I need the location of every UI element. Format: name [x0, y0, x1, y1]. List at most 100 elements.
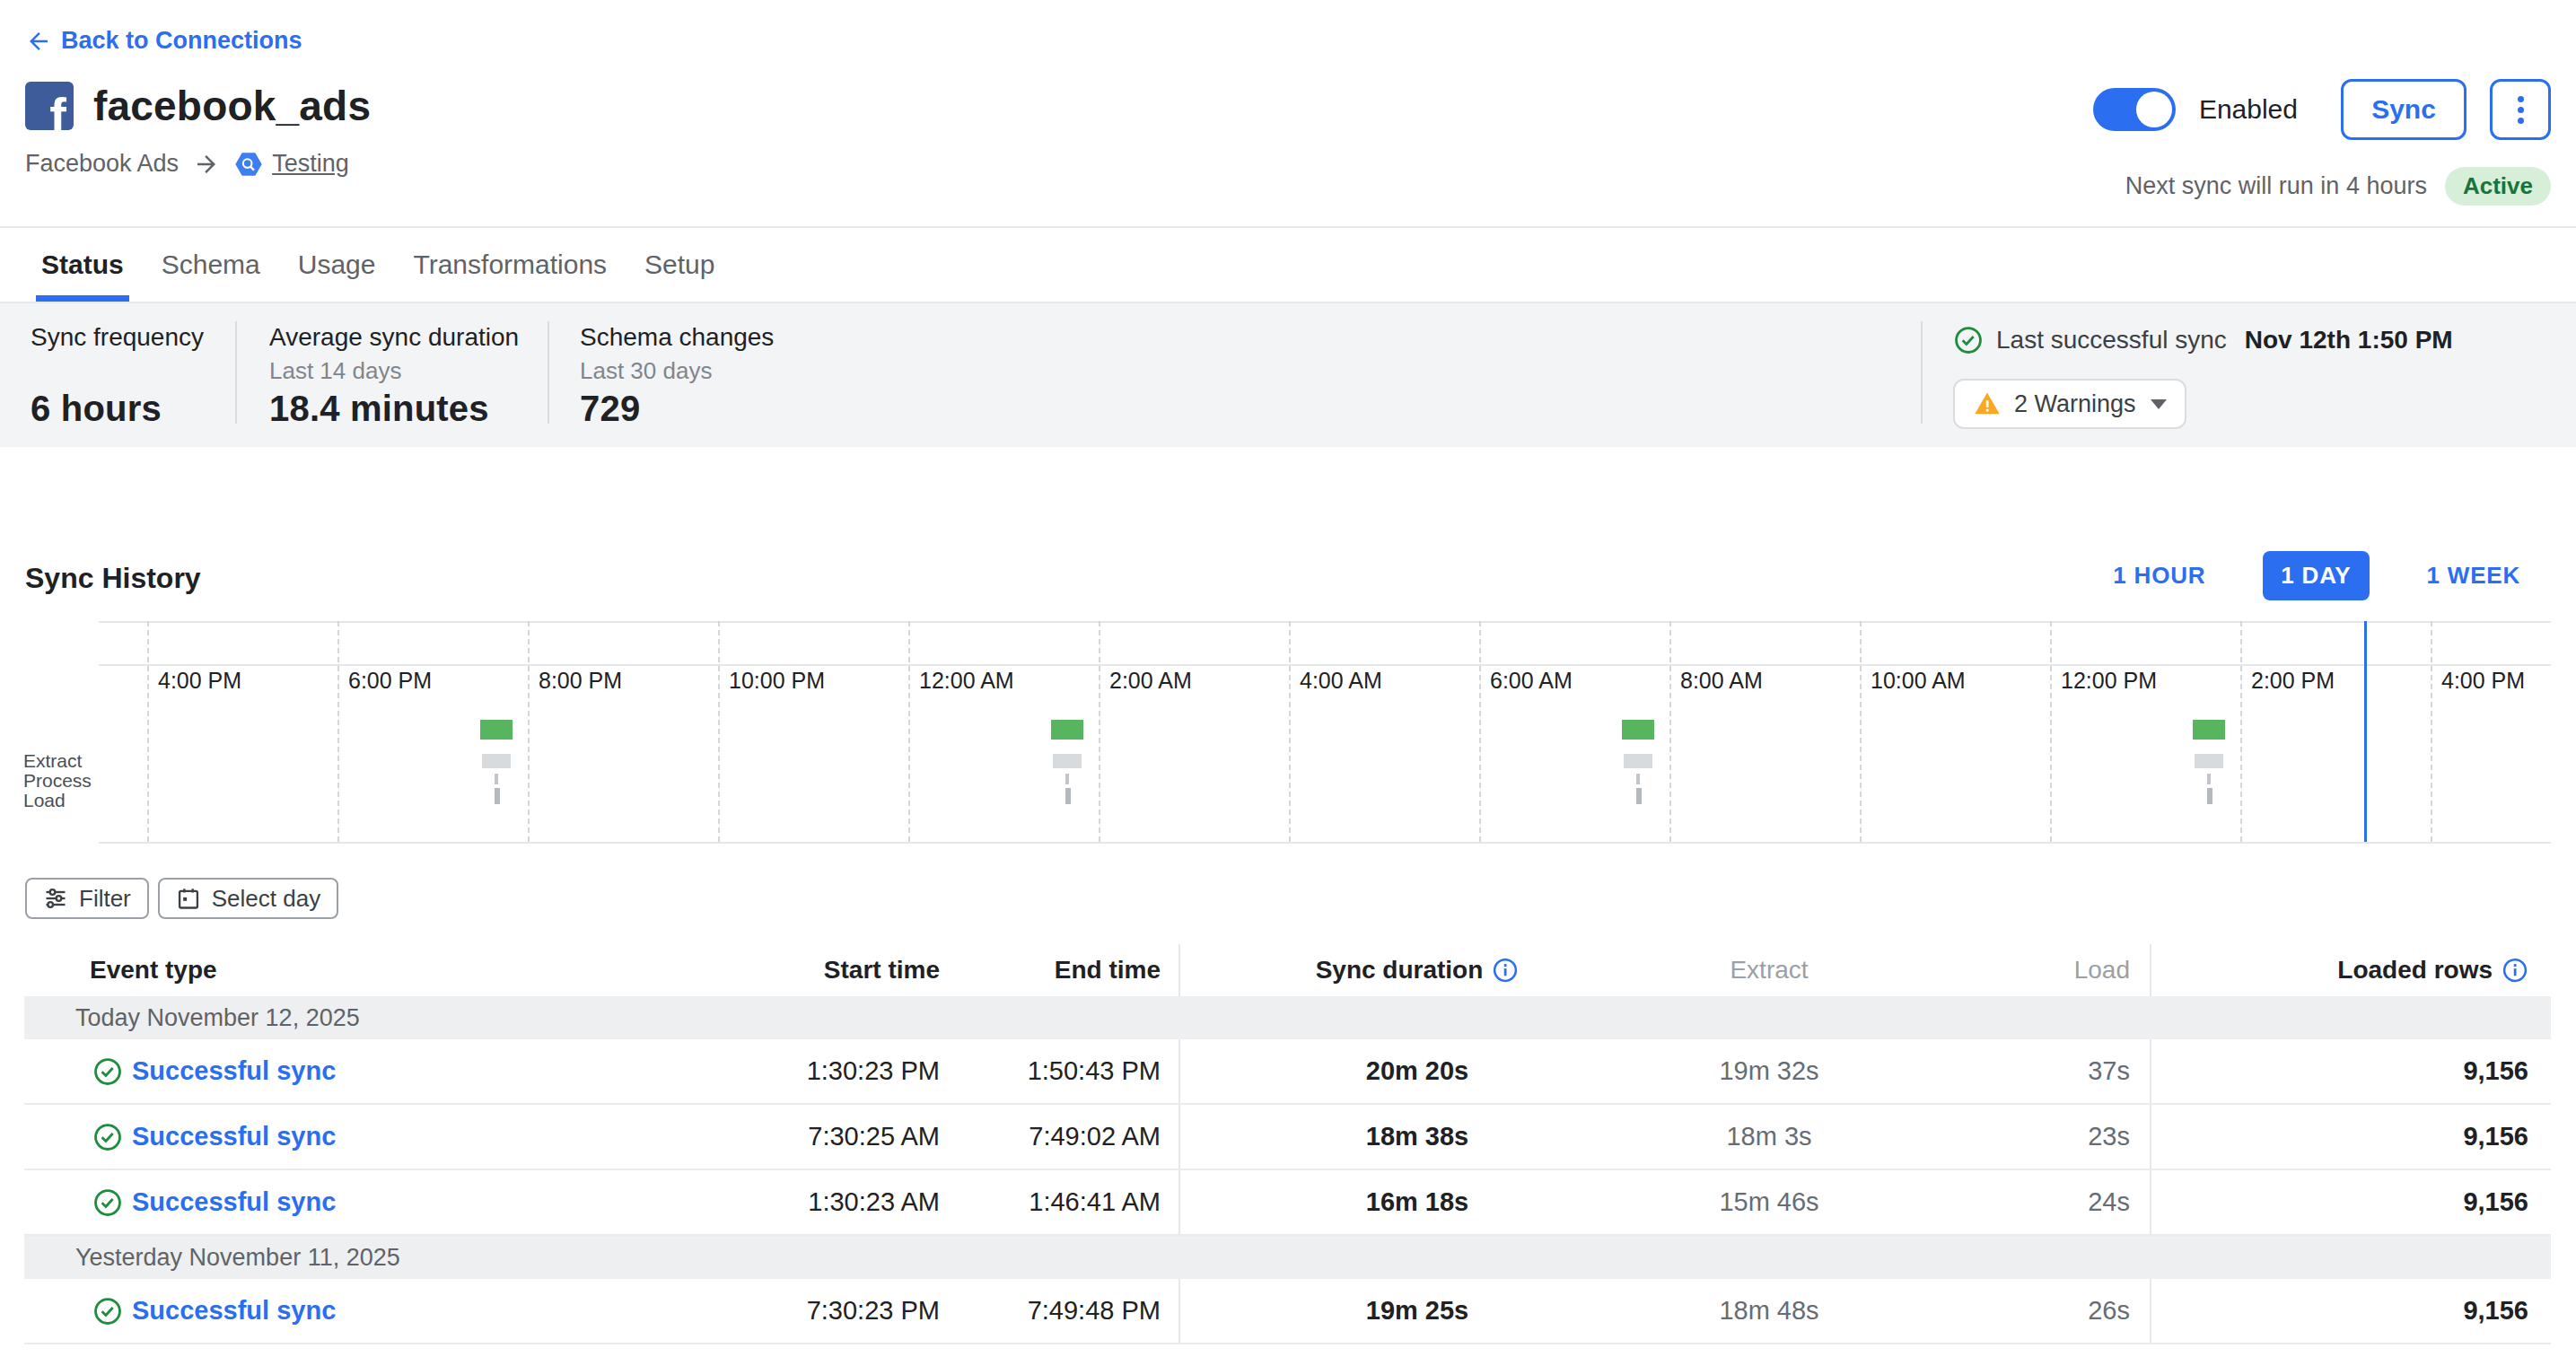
- tab-setup[interactable]: Setup: [644, 228, 714, 302]
- table-row[interactable]: Successful sync1:30:23 AM1:46:41 AM16m 1…: [24, 1170, 2551, 1236]
- start-time-cell: 7:30:25 AM: [699, 1122, 958, 1151]
- back-to-connections-link[interactable]: Back to Connections: [25, 27, 302, 55]
- chart-extract-bar[interactable]: [1622, 720, 1654, 740]
- chart-tick-label: 4:00 PM: [2441, 668, 2525, 694]
- chart-row-label-load: Load: [23, 790, 66, 811]
- more-actions-button[interactable]: [2490, 79, 2551, 140]
- chart-row-label-process: Process: [23, 770, 92, 792]
- toggle-label: Enabled: [2199, 94, 2298, 125]
- warnings-button[interactable]: 2 Warnings: [1953, 379, 2186, 429]
- load-cell: 24s: [1884, 1170, 2151, 1234]
- stat-average-sync-duration: Average sync duration Last 14 days 18.4 …: [237, 303, 549, 447]
- caret-down-icon: [2151, 399, 2167, 409]
- table-header-row: Event type Start time End time Sync dura…: [24, 944, 2551, 996]
- bigquery-icon: [234, 150, 263, 179]
- chart-gridline: [2240, 621, 2242, 842]
- event-type-cell[interactable]: Successful sync: [24, 1296, 699, 1326]
- table-row[interactable]: Successful sync7:30:23 PM7:49:48 PM19m 2…: [24, 1279, 2551, 1344]
- tab-schema[interactable]: Schema: [162, 228, 260, 302]
- chart-load-bar[interactable]: [495, 788, 500, 804]
- chart-load-bar[interactable]: [1065, 788, 1071, 804]
- page-title: facebook_ads: [93, 82, 371, 130]
- extract-cell: 19m 32s: [1654, 1056, 1884, 1086]
- chart-tick-label: 4:00 PM: [158, 668, 241, 694]
- tab-status[interactable]: Status: [41, 228, 124, 302]
- chart-gridline: [1669, 621, 1671, 842]
- chart-load-tick: [1636, 774, 1640, 784]
- destination-link[interactable]: Testing: [234, 150, 349, 179]
- sync-duration-cell: 19m 25s: [1180, 1296, 1654, 1326]
- table-row[interactable]: Successful sync1:30:23 PM1:50:43 PM20m 2…: [24, 1039, 2551, 1105]
- chart-gridline: [2431, 621, 2432, 842]
- sync-duration-cell: 16m 18s: [1180, 1187, 1654, 1217]
- chart-gridline: [1289, 621, 1291, 842]
- chart-extract-bar[interactable]: [1051, 720, 1083, 740]
- chart-tick-label: 12:00 PM: [2061, 668, 2157, 694]
- tab-usage[interactable]: Usage: [298, 228, 376, 302]
- chart-process-bar[interactable]: [1624, 754, 1652, 768]
- chart-gridline: [337, 621, 339, 842]
- chart-tick-label: 10:00 AM: [1871, 668, 1966, 694]
- source-name: Facebook Ads: [25, 150, 179, 178]
- stat-sync-frequency: Sync frequency 6 hours: [0, 303, 237, 447]
- info-icon[interactable]: [2502, 957, 2528, 984]
- info-icon[interactable]: [1492, 957, 1519, 984]
- tab-transformations[interactable]: Transformations: [413, 228, 607, 302]
- chart-gridline: [147, 621, 149, 842]
- loaded-rows-cell: 9,156: [2151, 1056, 2550, 1086]
- select-day-button[interactable]: Select day: [158, 878, 338, 919]
- tab-bar: Status Schema Usage Transformations Setup: [0, 226, 2576, 303]
- last-sync-value: Nov 12th 1:50 PM: [2245, 326, 2453, 355]
- connector-status-page: Back to Connections f facebook_ads Faceb…: [0, 0, 2576, 1357]
- loaded-rows-cell: 9,156: [2151, 1122, 2550, 1151]
- success-check-icon: [92, 1122, 123, 1152]
- chart-tick-label: 4:00 AM: [1300, 668, 1382, 694]
- success-check-icon: [1953, 325, 1984, 355]
- chart-process-bar[interactable]: [2195, 754, 2223, 768]
- event-type-cell[interactable]: Successful sync: [24, 1187, 699, 1218]
- chart-tick-label: 6:00 PM: [348, 668, 432, 694]
- extract-cell: 18m 48s: [1654, 1296, 1884, 1326]
- enabled-toggle[interactable]: [2093, 88, 2176, 131]
- chart-gridline: [718, 621, 720, 842]
- page-header: Back to Connections f facebook_ads Faceb…: [0, 0, 2576, 226]
- sync-duration-cell: 18m 38s: [1180, 1122, 1654, 1151]
- chart-extract-bar[interactable]: [2193, 720, 2225, 740]
- chart-tick-label: 6:00 AM: [1490, 668, 1573, 694]
- chart-tick-label: 2:00 AM: [1109, 668, 1192, 694]
- load-cell: 23s: [1884, 1105, 2151, 1169]
- chart-load-bar[interactable]: [1636, 788, 1642, 804]
- arrow-right-icon: [193, 151, 220, 178]
- end-time-cell: 1:50:43 PM: [958, 1039, 1180, 1103]
- table-group-row: Today November 12, 2025: [24, 996, 2551, 1039]
- sync-history-table: Event type Start time End time Sync dura…: [24, 944, 2551, 1344]
- calendar-icon: [176, 886, 201, 911]
- chart-tick-label: 2:00 PM: [2251, 668, 2335, 694]
- status-badge: Active: [2445, 167, 2551, 206]
- filter-icon: [43, 886, 68, 911]
- table-row[interactable]: Successful sync7:30:25 AM7:49:02 AM18m 3…: [24, 1105, 2551, 1170]
- chart-process-bar[interactable]: [1053, 754, 1082, 768]
- stat-schema-changes: Schema changes Last 30 days 729: [549, 303, 806, 447]
- filter-button[interactable]: Filter: [25, 878, 149, 919]
- chart-process-bar[interactable]: [482, 754, 511, 768]
- start-time-cell: 7:30:23 PM: [699, 1296, 958, 1326]
- load-cell: 37s: [1884, 1039, 2151, 1103]
- facebook-icon: f: [25, 82, 74, 130]
- start-time-cell: 1:30:23 PM: [699, 1056, 958, 1086]
- kebab-icon: [2518, 96, 2524, 124]
- back-arrow-icon: [25, 28, 52, 55]
- sync-history-chart: 4:00 PM6:00 PM8:00 PM10:00 PM12:00 AM2:0…: [0, 573, 2576, 860]
- event-type-cell[interactable]: Successful sync: [24, 1056, 699, 1087]
- success-check-icon: [92, 1187, 123, 1218]
- sync-button[interactable]: Sync: [2341, 79, 2466, 140]
- chart-extract-bar[interactable]: [480, 720, 513, 740]
- load-cell: 26s: [1884, 1279, 2151, 1343]
- chart-load-bar[interactable]: [2207, 788, 2212, 804]
- chart-gridline: [1860, 621, 1862, 842]
- loaded-rows-cell: 9,156: [2151, 1296, 2550, 1326]
- loaded-rows-cell: 9,156: [2151, 1187, 2550, 1217]
- extract-cell: 15m 46s: [1654, 1187, 1884, 1217]
- success-check-icon: [92, 1296, 123, 1326]
- event-type-cell[interactable]: Successful sync: [24, 1122, 699, 1152]
